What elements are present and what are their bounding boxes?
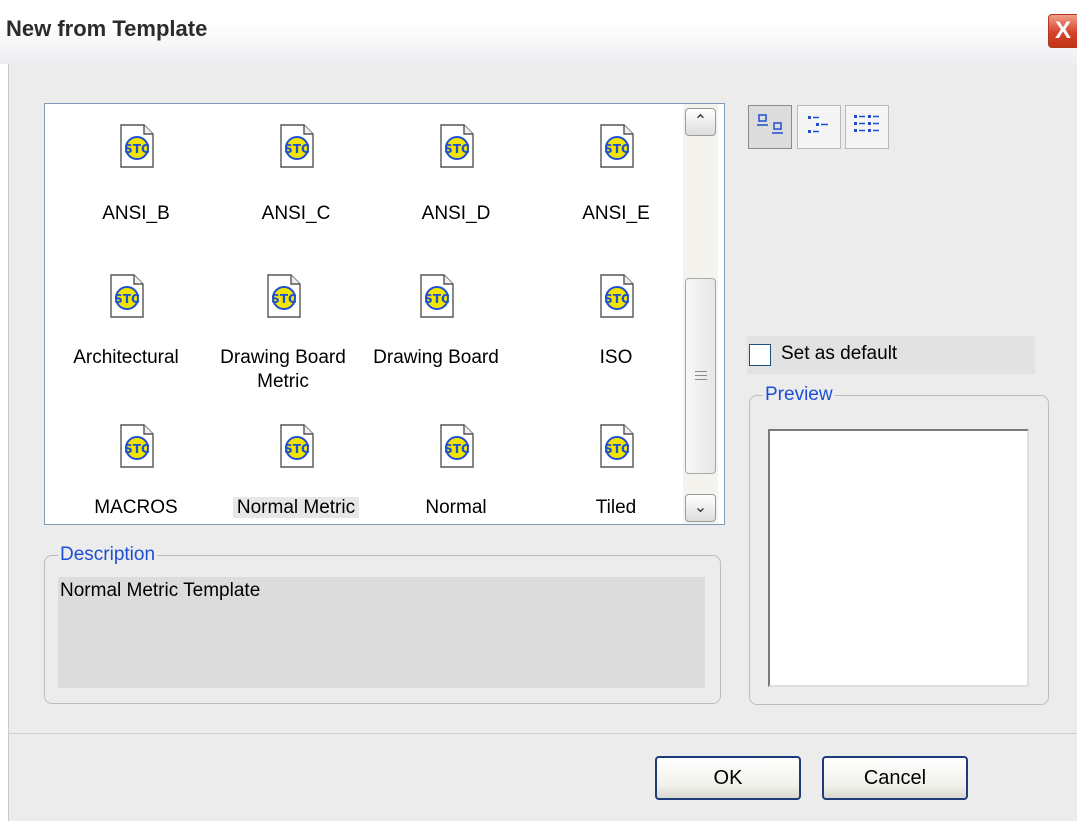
template-label: ANSI_C [261,203,331,224]
set-as-default-label: Set as default [781,343,898,364]
list-view-button[interactable] [797,105,841,149]
stc-template-icon: STC [120,124,154,168]
svg-text:STC: STC [284,442,310,456]
scroll-down-button[interactable]: ⌄ [685,494,716,522]
scroll-thumb[interactable] [685,278,716,474]
stc-template-icon: STC [280,124,314,168]
window-title: New from Template [6,16,208,41]
svg-text:STC: STC [444,442,470,456]
template-item-macros[interactable]: STC MACROS [56,424,216,524]
details-view-icon [854,115,879,132]
ok-button[interactable]: OK [655,756,801,800]
grip-line [695,379,707,380]
template-item-ansi-b[interactable]: STC ANSI_B [56,124,216,234]
template-item-ansi-e[interactable]: STC ANSI_E [536,124,696,234]
stc-template-icon: STC [120,424,154,468]
template-label: ANSI_D [421,203,491,224]
template-label: ANSI_B [102,203,170,224]
svg-text:STC: STC [124,442,150,456]
stc-template-icon: STC [420,274,454,318]
selected-label-text: Normal Metric [232,497,360,518]
template-item-normal[interactable]: STC Normal [376,424,536,524]
svg-text:STC: STC [424,292,450,306]
template-label: Tiled [595,497,637,518]
stc-template-icon: STC [440,124,474,168]
svg-text:STC: STC [604,442,630,456]
set-as-default-row[interactable]: Set as default [747,336,1035,374]
template-item-drawing-board[interactable]: STC Drawing Board [356,274,516,404]
details-view-button[interactable] [845,105,889,149]
template-list[interactable]: STC ANSI_B STC ANSI_C STC ANSI_D STC ANS… [44,103,725,525]
svg-text:STC: STC [271,292,297,306]
template-item-ansi-c[interactable]: STC ANSI_C [216,124,376,234]
stc-template-icon: STC [600,424,634,468]
template-item-normal-metric[interactable]: STC Normal Metric [216,424,376,524]
description-legend: Description [58,544,158,566]
cancel-button[interactable]: Cancel [822,756,968,800]
svg-text:STC: STC [604,142,630,156]
stc-template-icon: STC [110,274,144,318]
stc-template-icon: STC [280,424,314,468]
template-label-line1: Drawing Board [220,347,346,368]
footer-separator [8,733,1077,734]
stc-template-icon: STC [600,274,634,318]
svg-text:STC: STC [114,292,140,306]
svg-text:STC: STC [124,142,150,156]
template-label: Architectural [73,347,179,368]
template-label: ISO [599,347,633,368]
close-button[interactable]: X [1048,14,1077,48]
template-label: MACROS [94,497,178,518]
list-view-icon [808,116,828,133]
stc-template-icon: STC [267,274,301,318]
stc-template-icon: STC [600,124,634,168]
stc-template-icon: STC [440,424,474,468]
template-label-selected: Normal Metric [216,496,376,520]
preview-legend: Preview [763,384,835,406]
template-item-drawing-board-metric[interactable]: STC Drawing Board Metric [203,274,363,404]
description-text: Normal Metric Template [58,577,705,688]
svg-text:STC: STC [604,292,630,306]
template-list-scrollbar[interactable]: ⌃ ⌄ [683,104,718,524]
template-label: Drawing Board [373,347,499,368]
template-label: Normal [425,497,487,518]
svg-text:STC: STC [284,142,310,156]
grip-line [695,375,707,376]
preview-area [768,429,1029,687]
svg-text:STC: STC [444,142,470,156]
title-bar: New from Template X [0,0,1077,64]
set-as-default-checkbox[interactable] [749,344,771,366]
template-item-iso[interactable]: STC ISO [536,274,696,404]
template-label: ANSI_E [582,203,650,224]
scroll-up-button[interactable]: ⌃ [685,108,716,136]
template-item-architectural[interactable]: STC Architectural [46,274,206,404]
grip-line [695,371,707,372]
template-item-tiled[interactable]: STC Tiled [536,424,696,524]
template-label-line2: Metric [257,371,309,392]
large-icons-view-icon [757,114,783,134]
template-item-ansi-d[interactable]: STC ANSI_D [376,124,536,234]
large-icons-view-button[interactable] [748,105,792,149]
